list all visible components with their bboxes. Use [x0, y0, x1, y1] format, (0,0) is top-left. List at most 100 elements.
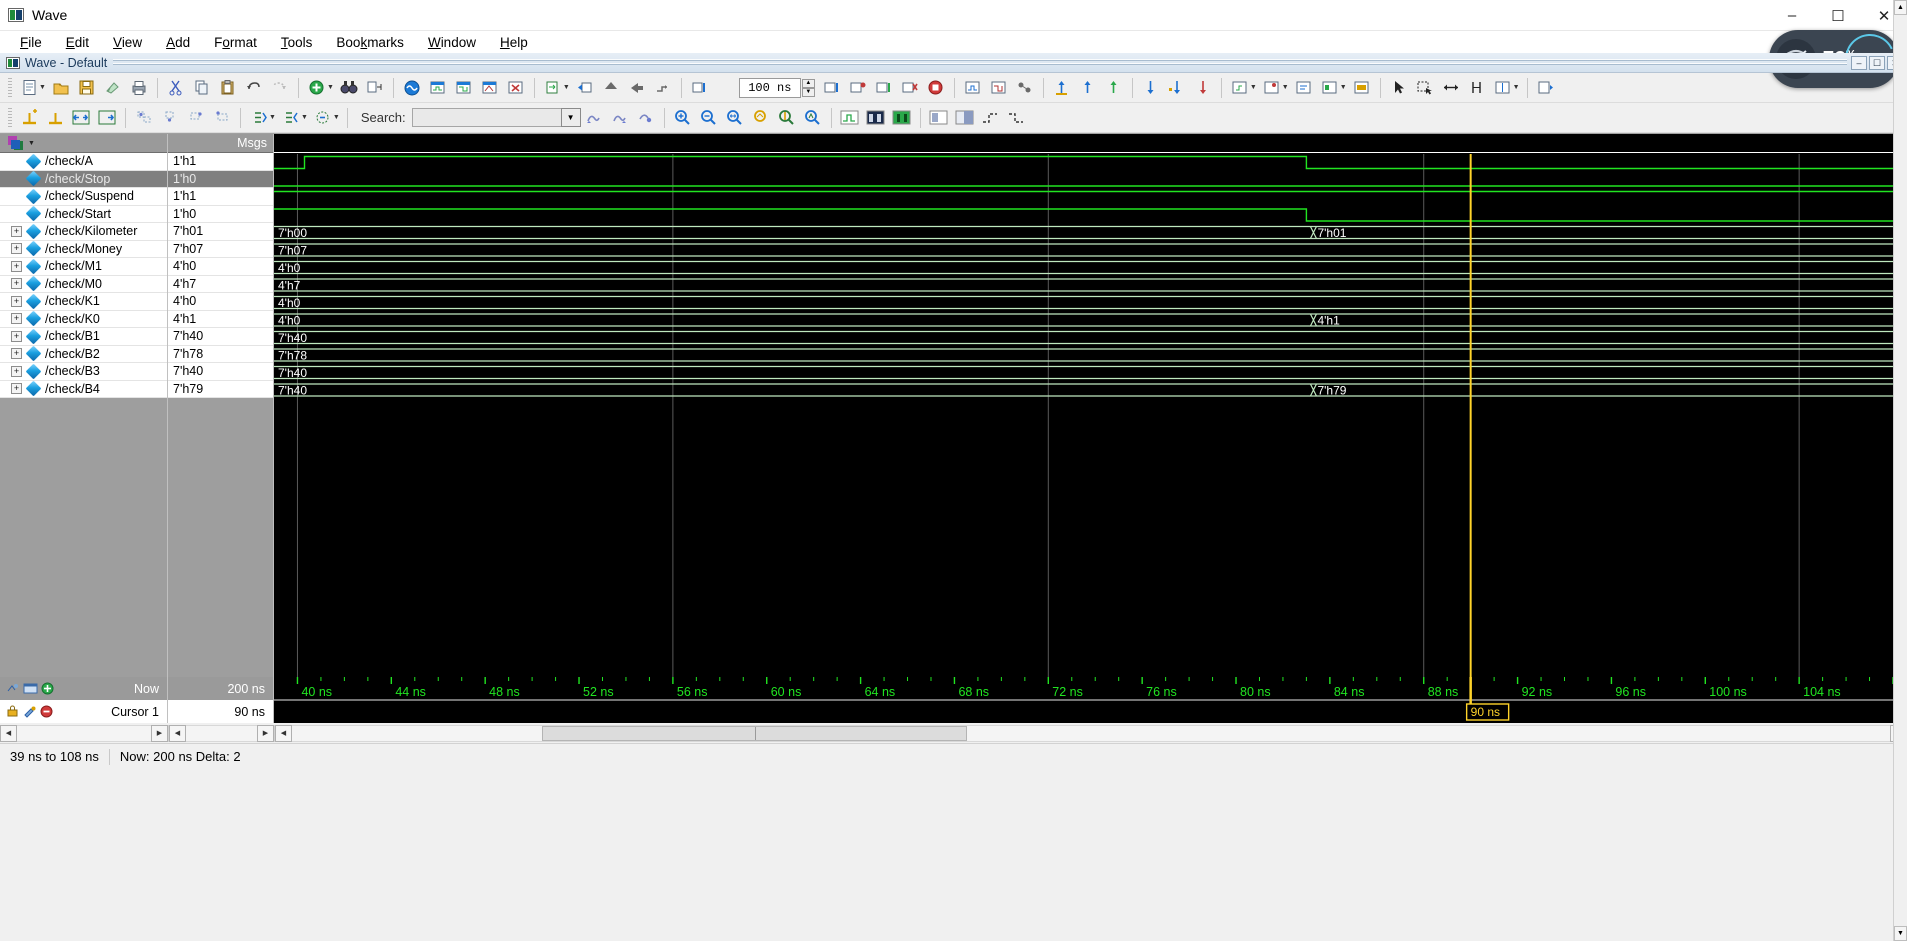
open-folder-icon[interactable]: [48, 76, 74, 100]
signal-row[interactable]: /check/Start: [0, 205, 167, 223]
expand-signal-icon[interactable]: +: [11, 225, 22, 237]
minimize-icon[interactable]: –: [1769, 0, 1815, 31]
breakpoint-toggle-icon[interactable]: [871, 76, 897, 100]
insert-cursor-icon[interactable]: [1138, 76, 1164, 100]
values-scroll-left-icon[interactable]: ◀: [169, 724, 186, 742]
wave-style-analog-icon[interactable]: [837, 106, 863, 130]
expand-all-icon[interactable]: [246, 106, 272, 130]
menu-bookmarks[interactable]: Bookmarks: [324, 33, 416, 52]
toggle-leaf-icon[interactable]: [310, 106, 336, 130]
edit-mode-icon[interactable]: [1490, 76, 1516, 100]
names-scroll-left-icon[interactable]: ◀: [0, 724, 17, 742]
waveform-pane[interactable]: 7'h00 7'h01 7'h07 4'h0 4'h7 4'h0 4'h0 4'h1 7'h40…: [274, 134, 1907, 677]
scroll-down-icon[interactable]: ▼: [1894, 926, 1907, 941]
cursor-prev-icon[interactable]: [1075, 76, 1101, 100]
signal-row[interactable]: + /check/B4: [0, 380, 167, 398]
restart-sim-icon[interactable]: [540, 76, 566, 100]
paste-icon[interactable]: [215, 76, 241, 100]
cursor-delete-icon[interactable]: [1190, 76, 1216, 100]
waveform-canvas[interactable]: 7'h00 7'h01 7'h07 4'h0 4'h7 4'h0 4'h0 4'h1 7'h40…: [274, 154, 1893, 677]
breakpoint-set-icon[interactable]: [819, 76, 845, 100]
break-icon[interactable]: [687, 76, 713, 100]
wave-scroll-thumb[interactable]: [542, 725, 967, 741]
signal-row[interactable]: /check/Stop: [0, 170, 167, 188]
stepper-down-icon[interactable]: ▼: [801, 87, 815, 97]
cursor-first-icon[interactable]: [1049, 76, 1075, 100]
zoom-fit-icon[interactable]: [722, 106, 748, 130]
find-binoculars-icon[interactable]: [336, 76, 362, 100]
group-signals-icon[interactable]: [131, 106, 157, 130]
wave-format-icon[interactable]: [1259, 76, 1285, 100]
select-mode-icon[interactable]: [1386, 76, 1412, 100]
names-hscrollbar[interactable]: ◀ ▶: [0, 724, 168, 742]
menu-format[interactable]: Format: [202, 33, 269, 52]
expand-signal-icon[interactable]: +: [11, 295, 22, 307]
expand-signal-icon[interactable]: +: [11, 365, 22, 377]
insert-column-icon[interactable]: [362, 76, 388, 100]
print-icon[interactable]: [126, 76, 152, 100]
cursor1-value[interactable]: 90 ns: [168, 700, 273, 723]
expand-signal-icon[interactable]: +: [11, 348, 22, 360]
values-scroll-track[interactable]: [186, 724, 257, 742]
wave-hscrollbar[interactable]: ◀ ▶: [274, 724, 1907, 742]
zoom-range-icon[interactable]: [800, 106, 826, 130]
values-hscrollbar[interactable]: ◀ ▶: [168, 724, 274, 742]
wave-sim-icon[interactable]: [399, 76, 425, 100]
expand-signal-icon[interactable]: +: [11, 260, 22, 272]
menu-view[interactable]: View: [101, 33, 154, 52]
collapse-signals-icon[interactable]: [183, 106, 209, 130]
header-dropdown-icon[interactable]: ▼: [28, 140, 35, 147]
run-icon[interactable]: [572, 76, 598, 100]
menu-help[interactable]: Help: [488, 33, 540, 52]
insert-divider-below-icon[interactable]: [42, 106, 68, 130]
signal-row[interactable]: /check/Suspend: [0, 188, 167, 206]
search-prev-icon[interactable]: [581, 106, 607, 130]
time-ruler[interactable]: 40 ns 44 ns 48 ns 52 ns 56 ns 60 ns 64 ns 68 ns…: [274, 677, 1907, 723]
time-ruler-pane[interactable]: 40 ns 44 ns 48 ns 52 ns 56 ns 60 ns 64 ns 68 ns…: [274, 677, 1907, 723]
run-all-icon[interactable]: [624, 76, 650, 100]
wave-scroll-track[interactable]: [292, 724, 1890, 742]
signal-row[interactable]: + /check/B2: [0, 345, 167, 363]
toolbar-grip-2[interactable]: [8, 107, 12, 128]
wave-color-icon[interactable]: [1317, 76, 1343, 100]
wave-props-icon[interactable]: [1533, 76, 1559, 100]
expand-signal-icon[interactable]: +: [11, 313, 22, 325]
redo-icon[interactable]: [267, 76, 293, 100]
menu-window[interactable]: Window: [416, 33, 488, 52]
wave-scroll-left-icon[interactable]: ◀: [275, 724, 292, 742]
object-layers-icon[interactable]: [8, 136, 24, 150]
add-green-icon[interactable]: [304, 76, 330, 100]
copy-icon[interactable]: [189, 76, 215, 100]
signal-row[interactable]: + /check/B1: [0, 328, 167, 346]
wave-window-3-icon[interactable]: [477, 76, 503, 100]
signal-row[interactable]: + /check/M0: [0, 275, 167, 293]
expand-signal-icon[interactable]: +: [11, 278, 22, 290]
expand-signal-icon[interactable]: +: [11, 243, 22, 255]
run-length-stepper[interactable]: ▲ ▼: [801, 78, 815, 97]
signal-row[interactable]: + /check/Money: [0, 240, 167, 258]
wave-compare-1-icon[interactable]: [960, 76, 986, 100]
grid-config-icon[interactable]: [1227, 76, 1253, 100]
move-right-icon[interactable]: [94, 106, 120, 130]
undo-icon[interactable]: [241, 76, 267, 100]
save-icon[interactable]: [74, 76, 100, 100]
insert-divider-above-icon[interactable]: [16, 106, 42, 130]
wave-style-filled-icon[interactable]: [863, 106, 889, 130]
signal-row[interactable]: + /check/B3: [0, 363, 167, 381]
maximize-icon[interactable]: ☐: [1815, 0, 1861, 31]
signal-row[interactable]: + /check/K1: [0, 293, 167, 311]
wave-style-solid-icon[interactable]: [889, 106, 915, 130]
zoom-in-icon[interactable]: [670, 106, 696, 130]
menu-tools[interactable]: Tools: [269, 33, 325, 52]
signal-names-header[interactable]: ▼: [0, 134, 167, 153]
signal-row[interactable]: + /check/K0: [0, 310, 167, 328]
search-next-icon[interactable]: [607, 106, 633, 130]
signal-row[interactable]: + /check/Kilometer: [0, 223, 167, 241]
subwindow-minimize-icon[interactable]: –: [1851, 55, 1867, 70]
wave-close-window-icon[interactable]: [503, 76, 529, 100]
wave-group-icon[interactable]: [1349, 76, 1375, 100]
reload-icon[interactable]: [100, 76, 126, 100]
cursor-lock-icon[interactable]: [1164, 76, 1190, 100]
wave-edge-rise-icon[interactable]: [978, 106, 1004, 130]
stepper-up-icon[interactable]: ▲: [801, 78, 815, 88]
